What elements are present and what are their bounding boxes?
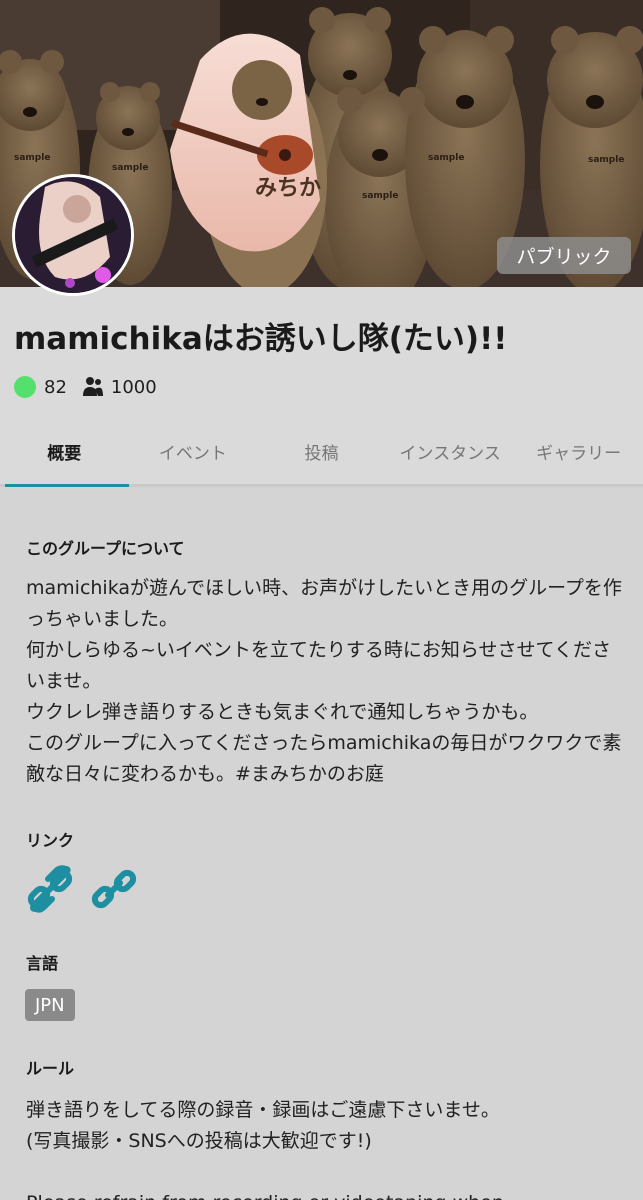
about-heading: このグループについて: [26, 539, 185, 558]
sample-label: sample: [588, 155, 624, 165]
shirt-text: みちか: [255, 176, 321, 201]
tab-overview[interactable]: 概要: [0, 418, 129, 487]
rules-body: 弾き語りをしてる際の録音・録画はご遠慮下さいませ。 (写真撮影・SNSへの投稿は…: [26, 1099, 504, 1200]
overview-content: このグループについて mamichikaが遊んでほしい時、お声がけしたいとき用の…: [0, 487, 643, 1200]
tab-gallery[interactable]: ギャラリー: [514, 418, 643, 484]
links-list: [26, 865, 138, 913]
sample-label: sample: [14, 153, 50, 163]
about-body: mamichikaが遊んでほしい時、お声がけしたいとき用のグループを作っちゃいま…: [26, 577, 622, 785]
avatar-image: [15, 177, 131, 293]
sample-label: sample: [362, 191, 398, 201]
members-icon: [82, 377, 103, 396]
language-heading: 言語: [26, 954, 59, 973]
links-heading: リンク: [26, 831, 75, 850]
rules-heading: ルール: [26, 1059, 75, 1078]
tab-events[interactable]: イベント: [129, 418, 258, 484]
tab-posts[interactable]: 投稿: [257, 418, 386, 484]
group-title: mamichikaはお誘いし隊(たい)!!: [14, 321, 508, 357]
online-indicator-icon: [14, 376, 36, 398]
group-tabs: 概要 イベント 投稿 インスタンス ギャラリー: [0, 418, 643, 487]
group-stats: 82 1000: [14, 374, 157, 400]
language-badge: JPN: [25, 989, 75, 1021]
member-count: 1000: [110, 376, 157, 398]
sample-label: sample: [428, 153, 464, 163]
sample-label: sample: [112, 163, 148, 173]
group-avatar[interactable]: [12, 174, 134, 296]
tab-instances[interactable]: インスタンス: [386, 418, 515, 484]
link-icon[interactable]: [26, 865, 74, 913]
avatar-picture: [15, 177, 131, 293]
link-icon[interactable]: [90, 865, 138, 913]
visibility-badge: パブリック: [497, 237, 631, 274]
online-count: 82: [44, 376, 67, 398]
